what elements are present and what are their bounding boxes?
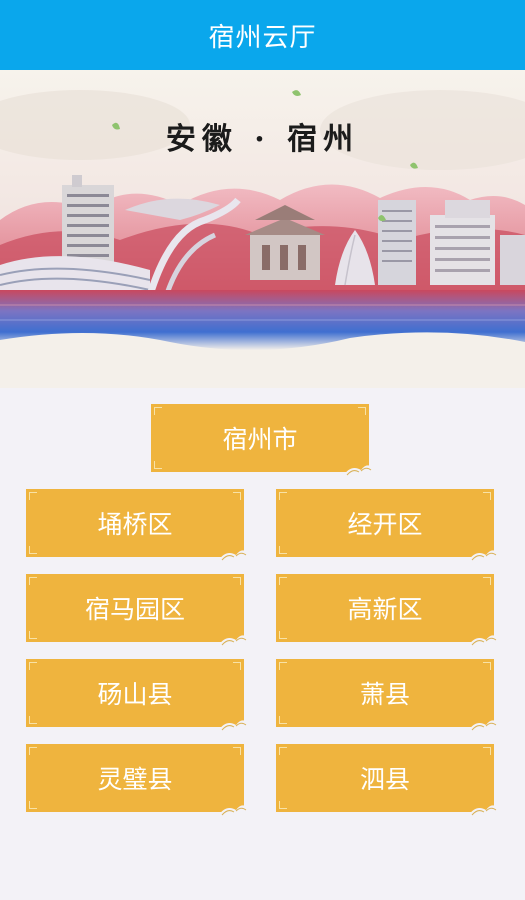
cloud-curl-icon bbox=[468, 635, 498, 646]
city-label: 宿州市 bbox=[222, 425, 298, 454]
cloud-curl-icon bbox=[218, 550, 248, 561]
corner-ornament bbox=[29, 577, 37, 585]
cloud-curl-icon bbox=[218, 720, 248, 731]
corner-ornament bbox=[233, 492, 241, 500]
district-label: 埇桥区 bbox=[97, 510, 173, 539]
corner-ornament bbox=[233, 747, 241, 755]
banner-image: 安徽 · 宿州 bbox=[0, 70, 525, 388]
corner-ornament bbox=[233, 662, 241, 670]
corner-ornament bbox=[29, 716, 37, 724]
corner-ornament bbox=[279, 546, 287, 554]
district-label: 砀山县 bbox=[97, 680, 173, 709]
corner-ornament bbox=[279, 801, 287, 809]
banner-title: 安徽 · 宿州 bbox=[165, 122, 360, 157]
corner-ornament bbox=[483, 492, 491, 500]
district-label: 宿马园区 bbox=[84, 595, 185, 624]
district-button-lingbi[interactable]: 灵璧县 bbox=[26, 744, 248, 816]
corner-ornament bbox=[154, 407, 162, 415]
district-button-suma[interactable]: 宿马园区 bbox=[26, 574, 248, 646]
corner-ornament bbox=[29, 747, 37, 755]
corner-ornament bbox=[279, 577, 287, 585]
district-button-gaoxin[interactable]: 高新区 bbox=[276, 574, 498, 646]
city-button-suzhou[interactable]: 宿州市 bbox=[151, 404, 373, 476]
corner-ornament bbox=[279, 662, 287, 670]
district-button-sixian[interactable]: 泗县 bbox=[276, 744, 498, 816]
cloud-curl-icon bbox=[218, 805, 248, 816]
district-label: 灵璧县 bbox=[97, 765, 173, 794]
corner-ornament bbox=[483, 747, 491, 755]
app-header: 宿州云厅 bbox=[0, 0, 525, 70]
district-button-dangshan[interactable]: 砀山县 bbox=[26, 659, 248, 731]
corner-ornament bbox=[154, 461, 162, 469]
corner-ornament bbox=[279, 747, 287, 755]
corner-ornament bbox=[29, 631, 37, 639]
district-button-yongqiao[interactable]: 埇桥区 bbox=[26, 489, 248, 561]
corner-ornament bbox=[358, 407, 366, 415]
district-button-xiaoxian[interactable]: 萧县 bbox=[276, 659, 498, 731]
corner-ornament bbox=[29, 662, 37, 670]
district-label: 高新区 bbox=[347, 595, 423, 624]
district-label: 泗县 bbox=[359, 765, 410, 794]
corner-ornament bbox=[483, 662, 491, 670]
page-title: 宿州云厅 bbox=[208, 22, 317, 53]
district-label: 萧县 bbox=[359, 680, 410, 709]
cloud-curl-icon bbox=[468, 805, 498, 816]
cloud-curl-icon bbox=[468, 550, 498, 561]
cloud-curl-icon bbox=[218, 635, 248, 646]
corner-ornament bbox=[279, 492, 287, 500]
corner-ornament bbox=[279, 716, 287, 724]
corner-ornament bbox=[279, 631, 287, 639]
district-button-jingkai[interactable]: 经开区 bbox=[276, 489, 498, 561]
corner-ornament bbox=[233, 577, 241, 585]
cloud-curl-icon bbox=[468, 720, 498, 731]
corner-ornament bbox=[483, 577, 491, 585]
district-label: 经开区 bbox=[347, 510, 423, 539]
corner-ornament bbox=[29, 492, 37, 500]
cloud-curl-icon bbox=[343, 465, 373, 476]
corner-ornament bbox=[29, 801, 37, 809]
corner-ornament bbox=[29, 546, 37, 554]
